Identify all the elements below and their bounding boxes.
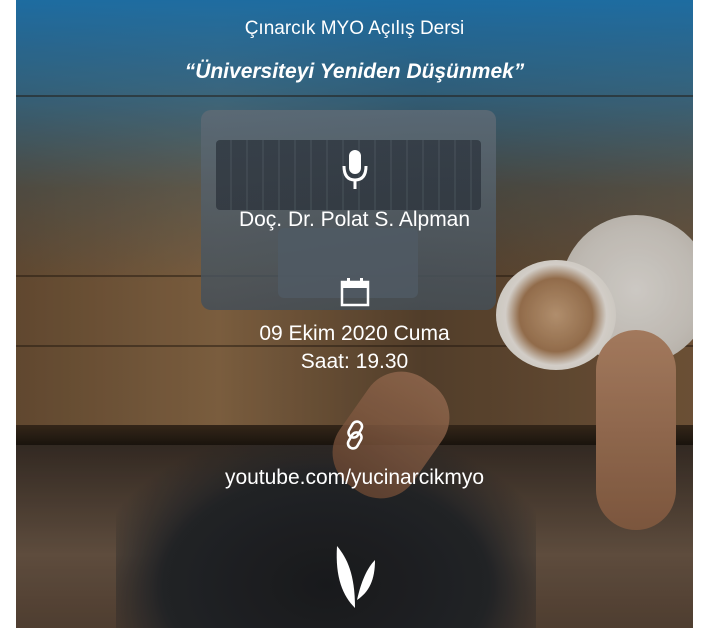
speaker-name: Doç. Dr. Polat S. Alpman (238, 208, 471, 231)
microphone-icon (342, 150, 367, 189)
event-title: Çınarcık MYO Açılış Dersi (244, 18, 465, 39)
link-icon (346, 420, 363, 450)
calendar-icon (340, 278, 369, 307)
event-subtitle: “Üniversiteyi Yeniden Düşünmek” (184, 60, 525, 83)
event-date: 09 Ekim 2020 Cuma (259, 322, 450, 345)
youtube-link[interactable]: youtube.com/yucinarcikmyo (16, 466, 693, 490)
poster-content: Çınarcık MYO Açılış Dersi “Üniversiteyi … (16, 0, 693, 628)
event-poster: Çınarcık MYO Açılış Dersi “Üniversiteyi … (16, 0, 693, 628)
event-time: Saat: 19.30 (300, 350, 409, 373)
leaf-logo-icon (336, 546, 375, 608)
